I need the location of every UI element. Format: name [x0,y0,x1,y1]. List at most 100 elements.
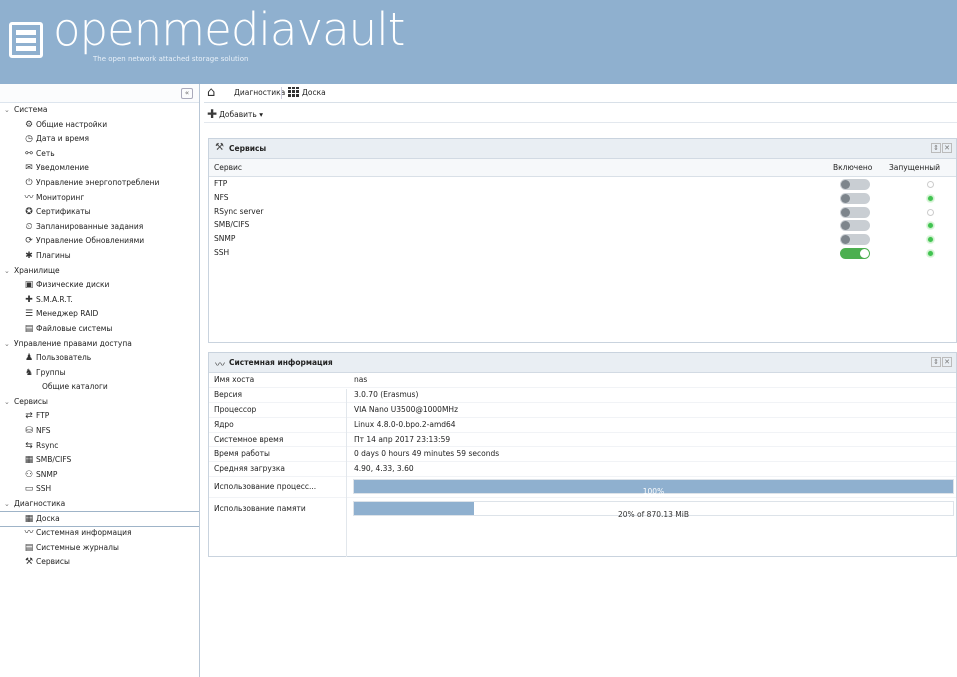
chevron-down-icon[interactable]: ⌄ [4,103,10,118]
smart-icon: ✚ [25,294,33,305]
table-row[interactable]: FTP [209,177,956,191]
sidebar-item-user[interactable]: ♟ Пользователь [0,351,199,366]
running-status-icon [927,222,934,230]
sidebar-item-update-management[interactable]: ⟳ Управление Обновлениями [0,234,199,249]
col-enabled[interactable]: Включено [833,163,872,172]
sidebar-item-monitoring[interactable]: 〰 Мониторинг [0,191,199,206]
collapse-panel-icon[interactable]: ⇕ [931,143,941,153]
running-status-icon [927,194,934,202]
service-name: SSH [214,247,230,257]
sidebar-item-scheduled-jobs[interactable]: ⏲ Запланированные задания [0,220,199,235]
sidebar-item-groups[interactable]: ♞ Группы [0,366,199,381]
sidebar-item-file-systems[interactable]: ▤ Файловые системы [0,322,199,337]
table-row[interactable]: SNMP [209,232,956,246]
sidebar-item-ssh[interactable]: ▭ SSH [0,482,199,497]
table-row[interactable]: SMB/CIFS [209,218,956,232]
chevron-down-icon[interactable]: ⌄ [4,395,10,410]
header: openmediavault The open network attached… [0,0,957,84]
sidebar-group[interactable]: ⌄ Сервисы [0,395,199,410]
chevron-down-icon[interactable]: ⌄ [4,497,10,512]
sidebar-item-notification[interactable]: ✉ Уведомление [0,161,199,176]
ssh-icon: ▭ [24,484,34,495]
sidebar-item-certificates[interactable]: ✪ Сертификаты [0,205,199,220]
sidebar-item-smb-cifs[interactable]: ▦ SMB/CIFS [0,453,199,468]
sidebar-item-date-time[interactable]: ◷ Дата и время [0,132,199,147]
date-time-icon: ◷ [25,134,33,145]
toolbar: ✚ Добавить ▾ [204,104,957,123]
table-row[interactable]: RSync server [209,205,956,219]
close-panel-icon[interactable]: ✕ [942,357,952,367]
breadcrumb-dashboard[interactable]: Доска [302,88,326,97]
sidebar-item-label: Сервисы [14,396,48,406]
add-label: Добавить ▾ [219,110,263,119]
sidebar-item-system-information[interactable]: 〰 Системная информация [0,526,199,541]
certificates-icon: ✪ [25,207,33,218]
sidebar-item-ftp[interactable]: ⇄ FTP [0,409,199,424]
enabled-toggle[interactable] [840,206,870,218]
table-row[interactable]: NFS [209,191,956,205]
chart-line-icon: 〰 [215,360,225,371]
info-value: 3.0.70 (Erasmus) [354,389,419,399]
breadcrumb-diagnostics[interactable]: Диагностика [234,88,285,97]
info-value: nas [354,375,368,384]
sidebar-item-general-settings[interactable]: ⚙ Общие настройки [0,118,199,133]
enabled-toggle[interactable] [840,220,870,232]
ftp-icon: ⇄ [25,411,33,422]
collapse-sidebar-icon[interactable]: « [181,88,193,99]
sidebar-item-physical-disks[interactable]: ▣ Физические диски [0,278,199,293]
sidebar-item-smart[interactable]: ✚ S.M.A.R.T. [0,293,199,308]
sidebar-item-dashboard[interactable]: ▦ Доска [0,510,199,528]
services-icon: ⚒ [24,557,34,568]
sidebar-item-plugins[interactable]: ✱ Плагины [0,249,199,264]
network-icon: ⚯ [25,148,33,159]
sidebar-item-power-management[interactable]: ⏻ Управление энергопотреблени [0,176,199,191]
add-widget-button[interactable]: ✚ Добавить ▾ [207,107,263,121]
sidebar-item-label: SMB/CIFS [36,455,72,465]
sidebar-item-label: Общие настройки [36,119,108,129]
toggle-knob [841,207,850,217]
sidebar-item-raid-manager[interactable]: ☰ Менеджер RAID [0,307,199,322]
col-running[interactable]: Запущенный [889,163,940,172]
table-row[interactable]: SSH [209,246,956,260]
close-panel-icon[interactable]: ✕ [942,143,952,153]
enabled-toggle[interactable] [840,234,870,246]
sidebar-item-label: Общие каталоги [42,382,108,392]
sidebar-group[interactable]: ⌄ Управление правами доступа [0,337,199,352]
sidebar-item-rsync[interactable]: ⇆ Rsync [0,439,199,454]
enabled-toggle[interactable] [840,192,870,204]
services-table-header: Сервис Включено Запущенный [209,159,956,177]
info-key: Время работы [214,449,270,459]
chevron-down-icon[interactable]: ⌄ [4,337,10,352]
enabled-toggle[interactable] [840,179,870,190]
collapse-panel-icon[interactable]: ⇕ [931,357,941,367]
sidebar-item-services[interactable]: ⚒ Сервисы [0,555,199,570]
info-row: Ядро Linux 4.8.0-0.bpo.2-amd64 [209,418,956,433]
info-value: VIA Nano U3500@1000MHz [354,404,459,414]
enabled-toggle[interactable] [840,247,870,259]
tree: ⌄ Система ⚙ Общие настройки ◷ Дата и время ⚯ Се… [0,103,199,570]
sidebar-item-shared-folders[interactable]: Общие каталоги [0,380,199,395]
home-icon[interactable]: ⌂ [207,86,215,99]
sidebar-item-label: Пользователь [36,353,92,363]
sidebar-group[interactable]: ⌄ Диагностика [0,497,199,512]
service-name: RSync server [214,206,264,216]
sidebar-item-label: Мониторинг [36,192,85,202]
info-key: Средняя загрузка [214,464,285,474]
main-content: ⌂ Диагностика Доска ✚ Добавить ▾ ⚒ Сервис… [204,84,957,677]
info-row: Средняя загрузка 4.90, 4.33, 3.60 [209,462,956,478]
logo-server-icon [9,22,43,58]
sidebar-item-network[interactable]: ⚯ Сеть [0,147,199,162]
sidebar-item-nfs[interactable]: ⛁ NFS [0,424,199,439]
memory-usage-value: 20% of 870.13 MiB [618,510,689,520]
sidebar-item-system-logs[interactable]: ▤ Системные журналы [0,541,199,556]
file-systems-icon: ▤ [24,323,34,334]
col-service[interactable]: Сервис [214,163,242,172]
info-value: Пт 14 апр 2017 23:13:59 [354,434,451,444]
sidebar-item-snmp[interactable]: ⚇ SNMP [0,468,199,483]
nfs-icon: ⛁ [25,426,33,437]
info-row: Время работы 0 days 0 hours 49 minutes 59… [209,447,956,463]
sidebar-group[interactable]: ⌄ Хранилище [0,264,199,279]
sidebar-group[interactable]: ⌄ Система [0,103,199,118]
chevron-down-icon[interactable]: ⌄ [4,264,10,279]
sidebar-item-label: SNMP [36,469,58,479]
